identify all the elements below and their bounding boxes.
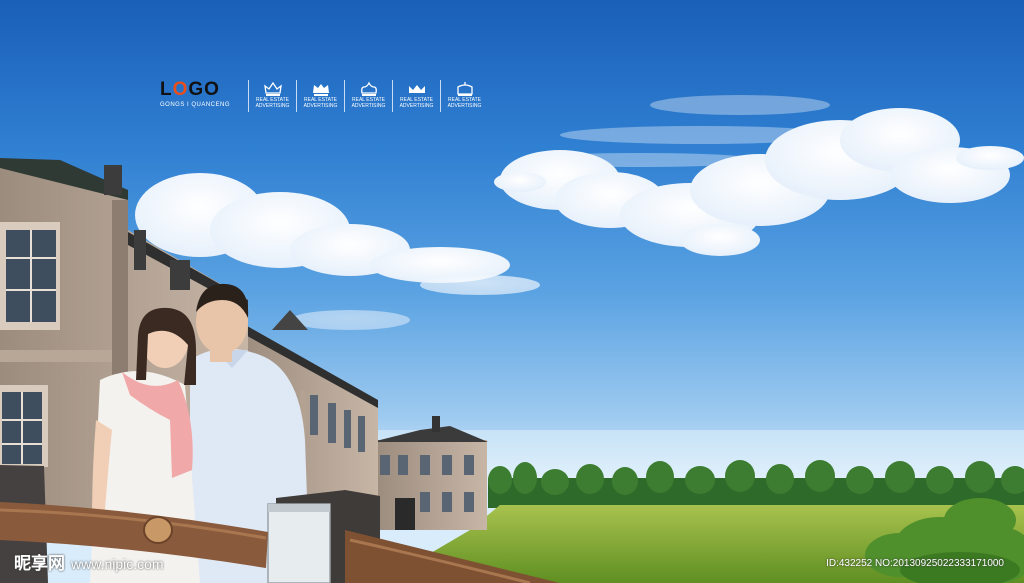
image-id-label: ID:432252 NO:20130925022333171000 — [826, 558, 1004, 569]
logo-text: LOGO — [160, 80, 246, 100]
logo-header: LOGO GONGS I QUANCENG REAL ESTATE ADVERT… — [160, 80, 488, 114]
emblem-item: REAL ESTATE ADVERTISING — [344, 80, 392, 112]
emblem-item: REAL ESTATE ADVERTISING — [440, 80, 488, 112]
logo: LOGO GONGS I QUANCENG — [160, 80, 246, 109]
emblem-caption-2: ADVERTISING — [447, 103, 482, 109]
scene-illustration — [0, 95, 1024, 583]
logo-letter-o: O — [172, 79, 189, 100]
crown-icon — [408, 85, 425, 93]
emblem-row: REAL ESTATE ADVERTISING REAL ESTATE ADVE… — [248, 80, 488, 112]
emblem-caption-2: ADVERTISING — [255, 103, 290, 109]
emblem-item: REAL ESTATE ADVERTISING — [296, 80, 344, 112]
emblem-item: REAL ESTATE ADVERTISING — [392, 80, 440, 112]
emblem-caption-2: ADVERTISING — [351, 103, 386, 109]
watermark: 昵享网 www.nipic.com — [14, 549, 164, 574]
emblem-caption-2: ADVERTISING — [399, 103, 434, 109]
logo-letter-l: L — [160, 79, 173, 100]
crown-icon — [312, 84, 329, 96]
crown-icon — [360, 81, 377, 96]
crown-icon — [263, 81, 282, 96]
logo-subtitle: GONGS I QUANCENG — [160, 102, 231, 108]
logo-letters-go: GO — [188, 79, 220, 100]
watermark-url: www.nipic.com — [71, 556, 164, 572]
emblem-item: REAL ESTATE ADVERTISING — [248, 80, 296, 112]
emblem-caption-2: ADVERTISING — [303, 103, 338, 109]
watermark-brand: 昵享网 — [14, 554, 65, 573]
crown-icon — [456, 82, 473, 96]
